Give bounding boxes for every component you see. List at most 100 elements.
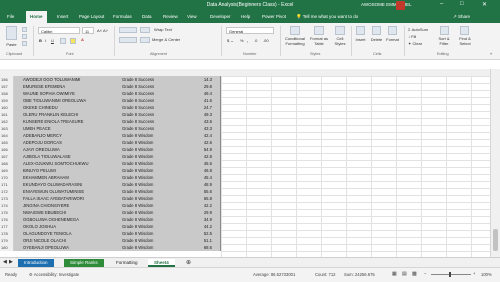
cell-col-a[interactable] [14,209,22,216]
cell-score[interactable]: 24.7 [171,104,221,111]
cell-col-a[interactable] [14,188,22,195]
row-number[interactable]: 159 [0,97,14,104]
cell-score[interactable]: 42.6 [171,139,221,146]
cell-class[interactable]: Grade 8 Wisdom [121,174,171,181]
cell-col-a[interactable] [14,104,22,111]
cell-col-a[interactable] [14,132,22,139]
row-number[interactable]: 165 [0,139,14,146]
prev-sheet-icon[interactable]: ◀ [3,259,7,265]
collapse-ribbon-icon[interactable]: ˄ [490,51,492,56]
cell-student-name[interactable]: OKEKE CHINEDU [22,104,121,111]
tab-review[interactable]: Review [163,14,178,19]
cell-col-a[interactable] [14,223,22,230]
cell-student-name[interactable]: AWODEJI OGO TOLUWANIMI [22,76,121,83]
cell-class[interactable]: Grade 8 Wisdom [121,160,171,167]
cell-col-a[interactable] [14,118,22,125]
cell-student-name[interactable]: OLAGUNDOYE TENIOLA [22,230,121,237]
cell-class[interactable]: Grade 8 Wisdom [121,195,171,202]
share-button[interactable]: ↗ Share [453,14,470,20]
orientation-icon[interactable] [140,27,150,33]
number-format-select[interactable]: General [226,27,274,34]
cell-score[interactable]: 42.2 [171,202,221,209]
cell-class[interactable]: Grade 8 Success [121,97,171,104]
cell-score[interactable]: 54.9 [171,146,221,153]
row-number[interactable]: 178 [0,230,14,237]
cell-score[interactable]: 49.4 [171,90,221,97]
format-painter-icon[interactable] [22,41,27,46]
format-as-table-button[interactable]: Format as Table [309,36,329,46]
cell-student-name[interactable]: ENIAYEWUN OLUWATUMINISE [22,188,121,195]
cell-student-name[interactable]: NWAIGWE EBUBECHI [22,209,121,216]
cell-score[interactable]: 42.8 [171,153,221,160]
cell-student-name[interactable]: ORJI NICOLE OLACHI [22,237,121,244]
font-color-icon[interactable]: A [81,37,84,42]
cell-score[interactable]: 43.6 [171,118,221,125]
sheet-tab-sheet4[interactable]: Sheet4 [148,259,175,267]
cell-score[interactable]: 45.4 [171,174,221,181]
cell-class[interactable]: Grade 8 Wisdom [121,153,171,160]
cell-student-name[interactable]: AJAYI OREOLUWA [22,146,121,153]
cell-student-name[interactable]: OKOLO JOSHUA [22,223,121,230]
clear-button[interactable]: ✦ Clear [408,41,422,46]
sheet-tab-introduction[interactable]: Introduction [18,259,54,267]
cell-score[interactable]: 43.3 [171,125,221,132]
underline-button[interactable]: U [51,38,54,43]
cell-col-a[interactable] [14,174,22,181]
zoom-slider-thumb[interactable] [449,272,451,277]
row-number[interactable]: 169 [0,167,14,174]
cell-class[interactable]: Grade 8 Wisdom [121,167,171,174]
cell-score[interactable]: 34.9 [171,216,221,223]
tab-data[interactable]: Data [142,14,152,19]
cell-col-a[interactable] [14,139,22,146]
row-number[interactable]: 164 [0,132,14,139]
cell-class[interactable]: Grade 8 Wisdom [121,244,171,251]
cell-student-name[interactable]: OGBOLUWA OGHENEMEGA [22,216,121,223]
decrease-decimal-icon[interactable]: .00 [263,38,269,43]
fill-color-icon[interactable] [70,38,76,44]
close-icon[interactable]: ✕ [482,1,487,8]
row-number[interactable]: 168 [0,160,14,167]
cell-class[interactable]: Grade 8 Wisdom [121,209,171,216]
row-number[interactable]: 180 [0,244,14,251]
row-number[interactable]: 174 [0,202,14,209]
maximize-icon[interactable]: □ [460,1,464,7]
cell-col-a[interactable] [14,83,22,90]
cell-col-a[interactable] [14,202,22,209]
currency-icon[interactable]: $ ⌄ [227,38,234,43]
cell-col-a[interactable] [14,195,22,202]
cell-student-name[interactable]: EKHAMMEN ABRAHAM [22,174,121,181]
worksheet-grid[interactable]: 156 AWODEJI OGO TOLUWANIMI Grade 8 Success… [0,76,490,257]
sheet-tab-formatting[interactable]: Formatting [110,259,144,267]
cell-student-name[interactable]: OLERU FRANKLIN KELECHI [22,111,121,118]
row-number[interactable]: 166 [0,146,14,153]
font-size-select[interactable]: 11 [82,27,94,34]
row-number[interactable]: 175 [0,209,14,216]
cell-score[interactable]: 14.3 [171,76,221,83]
conditional-formatting-icon[interactable] [290,26,300,35]
cut-icon[interactable] [22,27,27,32]
cell-class[interactable]: Grade 8 Wisdom [121,216,171,223]
accessibility-status[interactable]: ⚙ Accessibility: Investigate [29,272,79,277]
cell-score[interactable]: 48.9 [171,181,221,188]
zoom-slider[interactable] [431,274,471,275]
cell-class[interactable]: Grade 8 Success [121,118,171,125]
cell-col-a[interactable] [14,76,22,83]
cell-col-a[interactable] [14,181,22,188]
cell-student-name[interactable]: EMURESE EFEMENA [22,83,121,90]
minimize-icon[interactable]: – [440,1,443,7]
cell-student-name[interactable]: BINUYO PELUMI [22,167,121,174]
next-sheet-icon[interactable]: ▶ [9,259,13,265]
zoom-in-icon[interactable]: + [473,271,475,276]
sheet-tab-simple-ranks[interactable]: Simple Ranks [64,259,104,267]
wrap-text-button[interactable]: Wrap Text [154,27,172,32]
bold-button[interactable]: B [39,38,42,43]
cell-col-a[interactable] [14,244,22,251]
cell-student-name[interactable]: ALEX-OJUKWU SOMTOCHUKWU [22,160,121,167]
cell-class[interactable]: Grade 8 Wisdom [121,237,171,244]
cell-score[interactable]: 52.5 [171,230,221,237]
row-number[interactable]: 160 [0,104,14,111]
autosum-button[interactable]: Σ AutoSum [408,27,428,32]
cell-student-name[interactable]: ADEPOJU DORCAS [22,139,121,146]
row-number[interactable]: 177 [0,223,14,230]
font-name-select[interactable]: Calibri [38,27,80,34]
